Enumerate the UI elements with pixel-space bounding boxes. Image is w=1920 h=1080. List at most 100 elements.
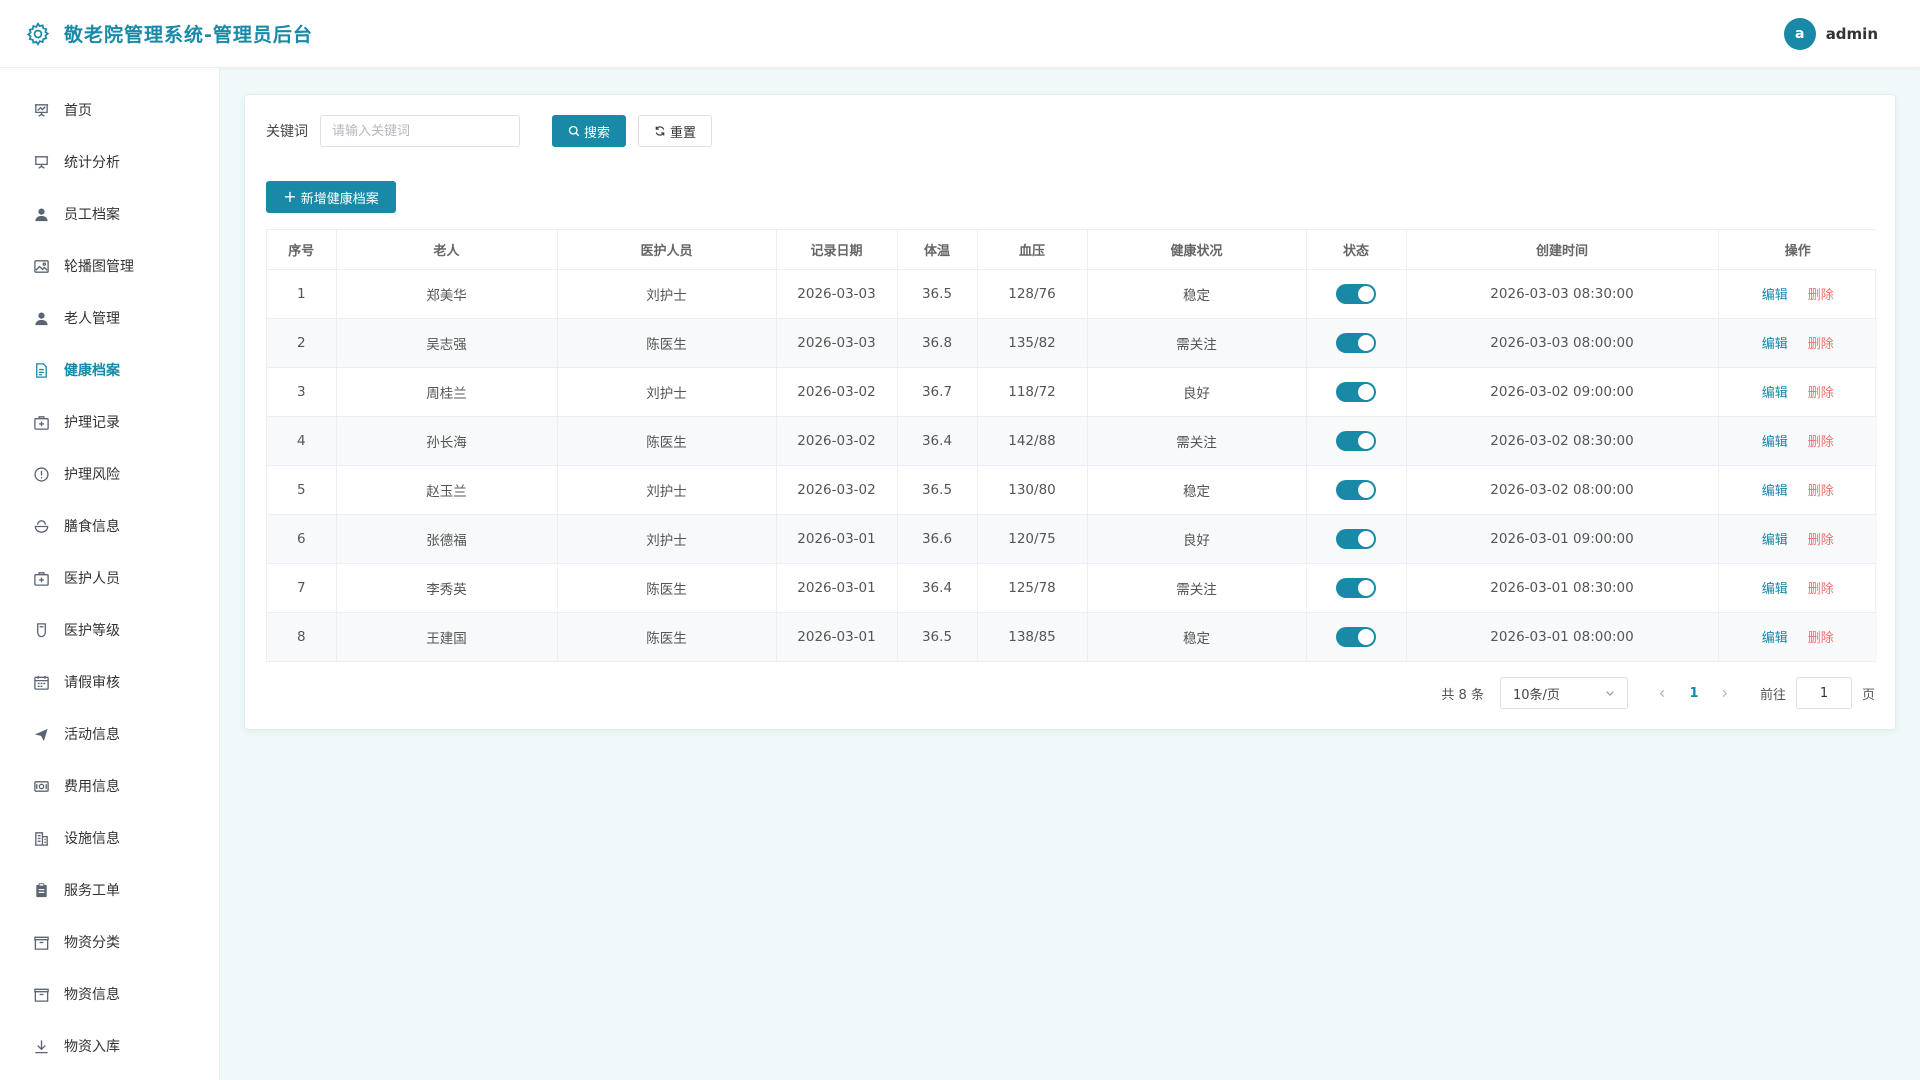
calendar-icon: [32, 673, 50, 691]
next-page-button[interactable]: [1712, 689, 1738, 698]
cell-staff: 刘护士: [557, 269, 777, 319]
avatar[interactable]: a: [1783, 17, 1816, 50]
sidebar-item[interactable]: 设施信息: [0, 812, 219, 864]
column-header: 序号: [267, 230, 337, 270]
add-health-record-button[interactable]: + 新增健康档案: [266, 181, 396, 213]
edit-button[interactable]: 编辑: [1762, 533, 1788, 548]
sidebar-item-label: 活动信息: [64, 727, 120, 743]
sidebar-item[interactable]: 膳食信息: [0, 500, 219, 552]
delete-button[interactable]: 删除: [1808, 288, 1834, 303]
box-icon: [32, 985, 50, 1003]
edit-button[interactable]: 编辑: [1762, 582, 1788, 597]
delete-button[interactable]: 删除: [1808, 337, 1834, 352]
cell-temp: 36.5: [897, 612, 978, 661]
sidebar-item[interactable]: 活动信息: [0, 708, 219, 760]
status-toggle[interactable]: [1336, 577, 1376, 598]
sidebar-item[interactable]: 轮播图管理: [0, 240, 219, 292]
toggle-knob: [1358, 628, 1374, 645]
edit-button[interactable]: 编辑: [1762, 386, 1788, 401]
cell-index: 8: [267, 612, 337, 661]
column-header: 状态: [1306, 230, 1407, 270]
status-toggle[interactable]: [1336, 332, 1376, 353]
plus-icon: +: [283, 187, 297, 206]
cell-created: 2026-03-01 08:00:00: [1406, 612, 1719, 661]
user-icon: [32, 309, 50, 327]
page-size-value: 10条/页: [1512, 687, 1560, 703]
table-row: 1 郑美华 刘护士 2026-03-03 36.5 128/76 稳定 2026-03-03 …: [267, 269, 1877, 319]
box-icon: [32, 933, 50, 951]
status-toggle[interactable]: [1336, 626, 1376, 647]
sidebar-item[interactable]: 服务工单: [0, 864, 219, 916]
sidebar-item[interactable]: 医护等级: [0, 604, 219, 656]
edit-button[interactable]: 编辑: [1762, 631, 1788, 646]
cell-health: 稳定: [1087, 612, 1307, 661]
edit-button[interactable]: 编辑: [1762, 337, 1788, 352]
sidebar-item[interactable]: 费用信息: [0, 760, 219, 812]
cell-actions: 编辑 删除: [1718, 465, 1877, 515]
document-icon: [32, 361, 50, 379]
delete-button[interactable]: 删除: [1808, 484, 1834, 499]
cell-status: [1306, 416, 1407, 466]
gear-icon[interactable]: [24, 20, 52, 48]
sidebar-item[interactable]: 护理风险: [0, 448, 219, 500]
sidebar-item[interactable]: 物资信息: [0, 968, 219, 1020]
keyword-input[interactable]: [320, 115, 520, 147]
sidebar-item[interactable]: 老人管理: [0, 292, 219, 344]
toggle-knob: [1358, 530, 1374, 547]
cell-staff: 刘护士: [557, 465, 777, 515]
sidebar-item-label: 服务工单: [64, 883, 120, 899]
delete-button[interactable]: 删除: [1808, 631, 1834, 646]
delete-button[interactable]: 删除: [1808, 582, 1834, 597]
sidebar-item-label: 首页: [64, 103, 92, 119]
status-toggle[interactable]: [1336, 528, 1376, 549]
status-toggle[interactable]: [1336, 479, 1376, 500]
cell-elder: 周桂兰: [336, 367, 558, 417]
sidebar-item[interactable]: 医护人员: [0, 552, 219, 604]
status-toggle[interactable]: [1336, 283, 1376, 304]
toggle-knob: [1358, 579, 1374, 596]
cell-bp: 120/75: [977, 514, 1088, 564]
user-menu[interactable]: a admin: [1783, 17, 1896, 50]
first-aid-kit-icon: [32, 413, 50, 431]
cell-date: 2026-03-01: [776, 612, 898, 661]
page-size-select[interactable]: 10条/页: [1499, 677, 1628, 709]
chevron-down-icon: [1606, 691, 1614, 696]
delete-button[interactable]: 删除: [1808, 533, 1834, 548]
cell-status: [1306, 269, 1407, 319]
cell-status: [1306, 563, 1407, 613]
goto-suffix: 页: [1861, 687, 1875, 703]
column-header: 体温: [897, 230, 978, 270]
cell-index: 2: [267, 318, 337, 368]
cell-index: 7: [267, 563, 337, 613]
warning-circle-icon: [32, 465, 50, 483]
health-record-table: 序号 老人 医护人员 记录日期 体温 血压 健康状况 状态 创建时间 操作 1 郑美华 刘护士 2026…: [266, 229, 1877, 662]
cell-index: 5: [267, 465, 337, 515]
sidebar-item[interactable]: 首页: [0, 84, 219, 136]
page-number[interactable]: 1: [1676, 686, 1712, 701]
delete-button[interactable]: 删除: [1808, 386, 1834, 401]
edit-button[interactable]: 编辑: [1762, 435, 1788, 450]
delete-button[interactable]: 删除: [1808, 435, 1834, 450]
sidebar-item[interactable]: 物资分类: [0, 916, 219, 968]
goto-page-input[interactable]: [1795, 677, 1852, 709]
cell-date: 2026-03-02: [776, 416, 898, 466]
status-toggle[interactable]: [1336, 381, 1376, 402]
edit-button[interactable]: 编辑: [1762, 288, 1788, 303]
reset-button[interactable]: 重置: [638, 115, 712, 147]
sidebar-item[interactable]: 护理记录: [0, 396, 219, 448]
sidebar-item[interactable]: 健康档案: [0, 344, 219, 396]
edit-button[interactable]: 编辑: [1762, 484, 1788, 499]
status-toggle[interactable]: [1336, 430, 1376, 451]
sidebar-item[interactable]: 员工档案: [0, 188, 219, 240]
prev-page-button[interactable]: [1650, 689, 1676, 698]
sidebar-item[interactable]: 物资入库: [0, 1020, 219, 1072]
search-button[interactable]: 搜索: [552, 115, 626, 147]
cell-health: 良好: [1087, 367, 1307, 417]
sidebar-item[interactable]: 统计分析: [0, 136, 219, 188]
chevron-right-icon: [1723, 689, 1728, 697]
cell-temp: 36.4: [897, 563, 978, 613]
sidebar-item[interactable]: 请假审核: [0, 656, 219, 708]
cell-index: 4: [267, 416, 337, 466]
sidebar-item-label: 医护人员: [64, 571, 120, 587]
username[interactable]: admin: [1826, 25, 1878, 43]
